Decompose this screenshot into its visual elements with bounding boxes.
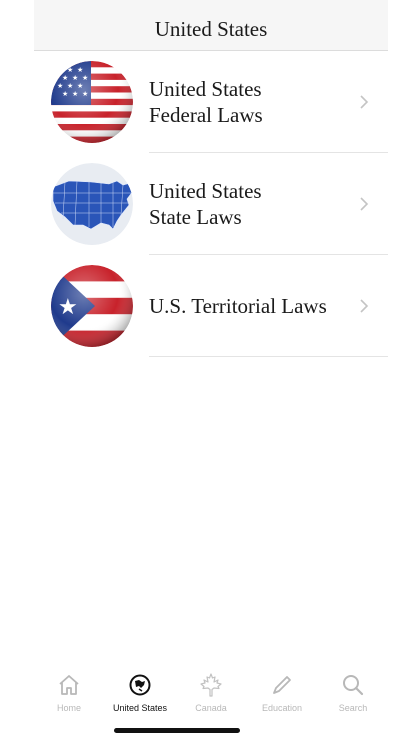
law-category-list: ★★★ ★★★ ★★★ ★★★ United States Federal La…	[34, 51, 388, 357]
list-item-territorial-laws[interactable]: ★ U.S. Territorial Laws	[34, 255, 388, 357]
row-divider	[149, 356, 388, 357]
tab-home[interactable]: Home	[34, 672, 104, 722]
list-item-label: United States State Laws	[149, 178, 262, 229]
tab-label: United States	[112, 703, 168, 713]
chevron-right-icon	[360, 299, 369, 313]
app-screen: United States ★ United States Federal La…	[34, 0, 388, 741]
home-icon	[59, 675, 79, 695]
list-item-label: U.S. Territorial Laws	[149, 293, 327, 318]
tab-education[interactable]: Education	[247, 672, 317, 722]
tab-label: Education	[261, 703, 303, 713]
tab-label: Canada	[195, 703, 227, 713]
united-states-icon	[129, 674, 151, 696]
tab-search[interactable]: Search	[318, 672, 388, 722]
chevron-right-icon	[360, 95, 369, 109]
navigation-bar: United States	[34, 0, 388, 51]
page-title: United States	[154, 16, 268, 41]
tab-canada[interactable]: Canada	[176, 672, 246, 722]
search-icon	[343, 675, 364, 696]
list-item-label: United States Federal Laws	[149, 76, 263, 127]
list-item-federal-laws[interactable]: ★★★ ★★★ ★★★ ★★★ United States Federal La…	[34, 51, 388, 153]
pencil-icon	[273, 676, 291, 694]
puerto-rico-flag-icon: ★	[51, 265, 133, 347]
chevron-right-icon	[360, 197, 369, 211]
us-flag-icon: ★★★ ★★★ ★★★ ★★★	[51, 61, 133, 143]
tab-united-states[interactable]: United States	[105, 672, 175, 722]
tab-label: Search	[338, 703, 368, 713]
us-map-icon	[51, 163, 133, 245]
list-item-state-laws[interactable]: United States State Laws	[34, 153, 388, 255]
svg-text:★: ★	[57, 66, 63, 74]
tab-label: Home	[56, 703, 81, 713]
home-indicator[interactable]	[114, 728, 240, 733]
maple-leaf-icon	[200, 673, 222, 697]
